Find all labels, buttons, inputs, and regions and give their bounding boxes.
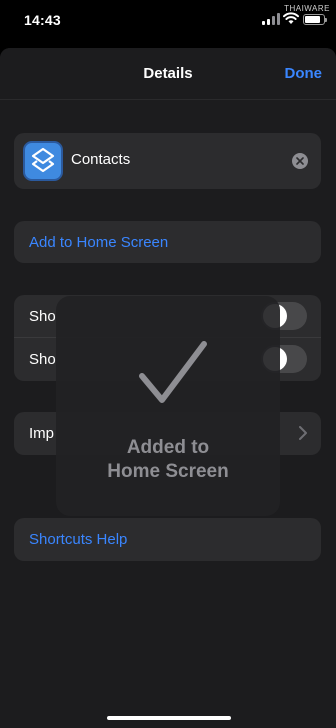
- add-to-home-screen-label: Add to Home Screen: [29, 234, 169, 251]
- shortcuts-help-label: Shortcuts Help: [29, 531, 128, 548]
- shortcuts-help-button[interactable]: Shortcuts Help: [14, 518, 321, 561]
- home-indicator[interactable]: [107, 716, 231, 720]
- nav-bar: Details Done: [0, 48, 336, 100]
- shortcut-name-card: Contacts: [14, 133, 321, 189]
- checkmark-icon: [139, 341, 207, 403]
- status-bar: 14:43 THAIWARE: [0, 0, 336, 44]
- cellular-signal-icon: [262, 13, 280, 25]
- chevron-right-icon: [299, 426, 307, 440]
- toggle-row-label: Sho: [29, 351, 56, 368]
- toggle-row-label: Sho: [29, 308, 56, 325]
- added-confirmation-hud: Added to Home Screen: [56, 296, 280, 516]
- hud-message-line1: Added to: [126, 437, 210, 458]
- battery-icon: [303, 14, 327, 25]
- shortcuts-stack-icon[interactable]: [23, 141, 63, 181]
- add-to-home-screen-button[interactable]: Add to Home Screen: [14, 221, 321, 263]
- done-button[interactable]: Done: [285, 65, 323, 82]
- battery-level: [305, 16, 321, 23]
- hud-message: Added to Home Screen: [56, 436, 280, 484]
- hud-message-line2: Home Screen: [107, 461, 229, 482]
- import-label: Imp: [29, 425, 55, 442]
- shortcut-name-input[interactable]: Contacts: [71, 151, 130, 168]
- wifi-icon: [283, 12, 299, 24]
- clear-text-button[interactable]: [292, 153, 308, 169]
- status-time: 14:43: [24, 12, 61, 28]
- close-icon: [296, 157, 304, 165]
